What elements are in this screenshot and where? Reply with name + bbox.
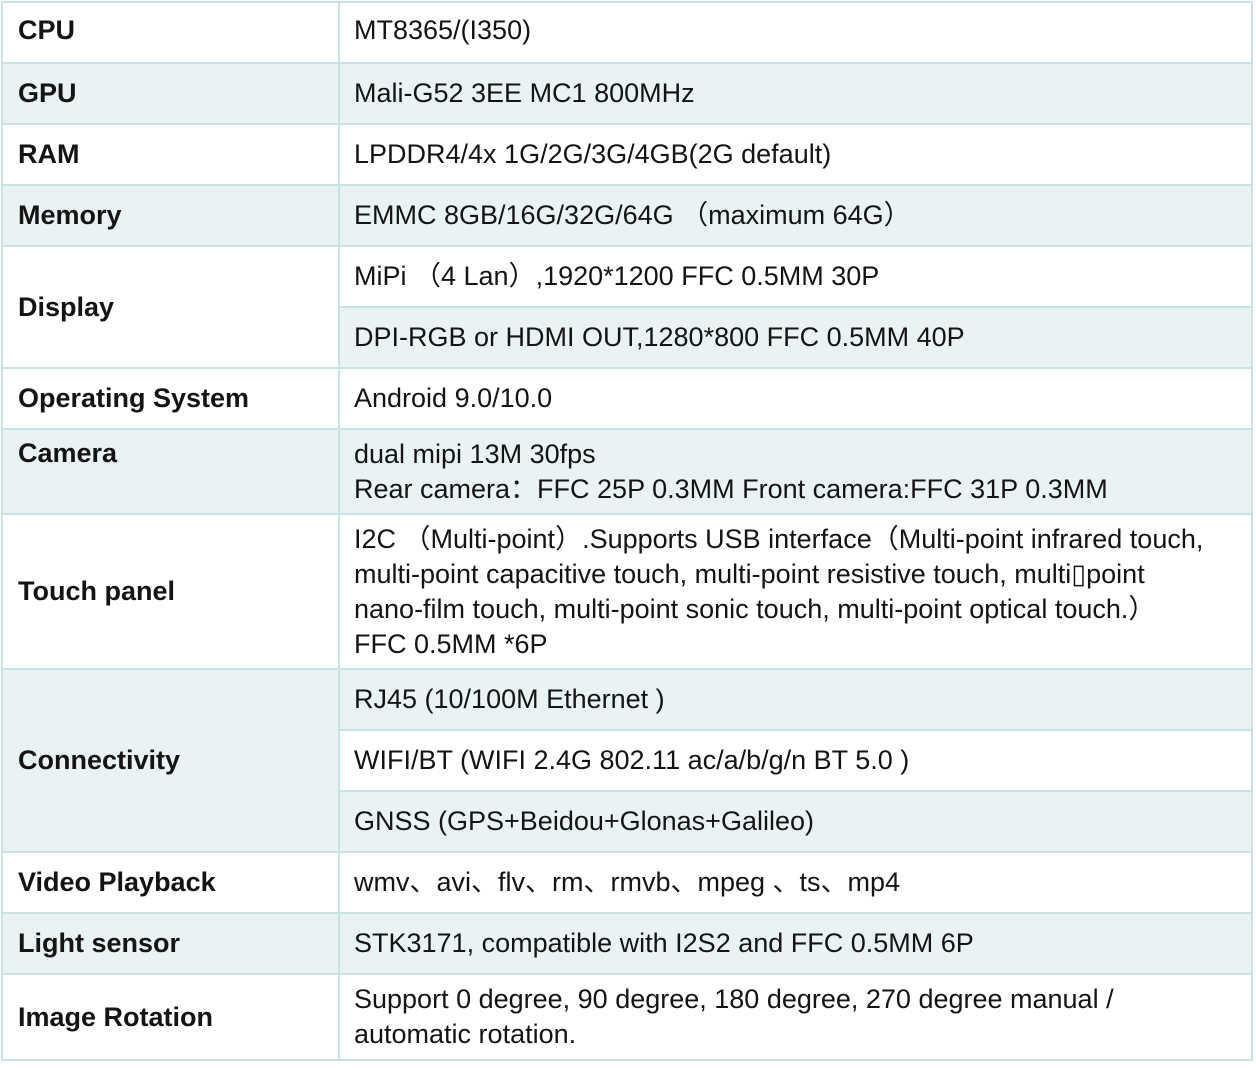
row-touch: Touch panel I2C （Multi-point）.Supports U…: [1, 513, 1253, 670]
value-memory: EMMC 8GB/16G/32G/64G （maximum 64G）: [338, 184, 1253, 247]
touch-line-4: FFC 0.5MM *6P: [354, 628, 548, 659]
label-display: Display: [1, 245, 340, 369]
camera-line-1: dual mipi 13M 30fps: [354, 438, 596, 469]
value-ram: LPDDR4/4x 1G/2G/3G/4GB(2G default): [338, 123, 1253, 186]
value-display-1: MiPi （4 Lan）,1920*1200 FFC 0.5MM 30P: [338, 245, 1253, 308]
row-camera: Camera dual mipi 13M 30fps Rear camera：F…: [1, 428, 1253, 515]
value-os: Android 9.0/10.0: [338, 367, 1253, 430]
label-ram: RAM: [1, 123, 340, 186]
row-rotation: Image Rotation Support 0 degree, 90 degr…: [1, 973, 1253, 1061]
label-cpu: CPU: [1, 1, 340, 64]
row-video: Video Playback wmv、avi、flv、rm、rmvb、mpeg …: [1, 851, 1253, 914]
label-touch: Touch panel: [1, 513, 340, 670]
value-gpu: Mali-G52 3EE MC1 800MHz: [338, 62, 1253, 125]
label-camera: Camera: [1, 428, 340, 515]
label-connectivity: Connectivity: [1, 668, 340, 853]
row-memory: Memory EMMC 8GB/16G/32G/64G （maximum 64G…: [1, 184, 1253, 247]
value-camera: dual mipi 13M 30fps Rear camera：FFC 25P …: [338, 428, 1253, 515]
label-light: Light sensor: [1, 912, 340, 975]
rotation-line-2: automatic rotation.: [354, 1019, 577, 1049]
row-light: Light sensor STK3171, compatible with I2…: [1, 912, 1253, 975]
row-os: Operating System Android 9.0/10.0: [1, 367, 1253, 430]
camera-line-2: Rear camera：FFC 25P 0.3MM Front camera:F…: [354, 473, 1108, 504]
value-connectivity-1: RJ45 (10/100M Ethernet ): [338, 668, 1253, 731]
value-display-2: DPI-RGB or HDMI OUT,1280*800 FFC 0.5MM 4…: [338, 306, 1253, 369]
value-connectivity-3: GNSS (GPS+Beidou+Glonas+Galileo): [338, 790, 1253, 853]
value-light: STK3171, compatible with I2S2 and FFC 0.…: [338, 912, 1253, 975]
row-connectivity-1: Connectivity RJ45 (10/100M Ethernet ): [1, 668, 1253, 853]
label-memory: Memory: [1, 184, 340, 247]
row-gpu: GPU Mali-G52 3EE MC1 800MHz: [1, 62, 1253, 125]
spec-table: CPU MT8365/(I350) GPU Mali-G52 3EE MC1 8…: [1, 1, 1253, 1061]
value-rotation: Support 0 degree, 90 degree, 180 degree,…: [338, 973, 1253, 1061]
touch-line-2: multi-point capacitive touch, multi-poin…: [354, 558, 1145, 589]
label-gpu: GPU: [1, 62, 340, 125]
row-cpu: CPU MT8365/(I350): [1, 1, 1253, 64]
row-ram: RAM LPDDR4/4x 1G/2G/3G/4GB(2G default): [1, 123, 1253, 186]
label-video: Video Playback: [1, 851, 340, 914]
value-touch: I2C （Multi-point）.Supports USB interface…: [338, 513, 1253, 670]
rotation-line-1: Support 0 degree, 90 degree, 180 degree,…: [354, 984, 1114, 1014]
value-video: wmv、avi、flv、rm、rmvb、mpeg 、ts、mp4: [338, 851, 1253, 914]
touch-line-1: I2C （Multi-point）.Supports USB interface…: [354, 523, 1204, 554]
touch-line-3: nano-film touch, multi-point sonic touch…: [354, 593, 1156, 624]
row-display-1: Display MiPi （4 Lan）,1920*1200 FFC 0.5MM…: [1, 245, 1253, 369]
label-os: Operating System: [1, 367, 340, 430]
label-rotation: Image Rotation: [1, 973, 340, 1061]
value-cpu: MT8365/(I350): [338, 1, 1253, 64]
value-connectivity-2: WIFI/BT (WIFI 2.4G 802.11 ac/a/b/g/n BT …: [338, 729, 1253, 792]
